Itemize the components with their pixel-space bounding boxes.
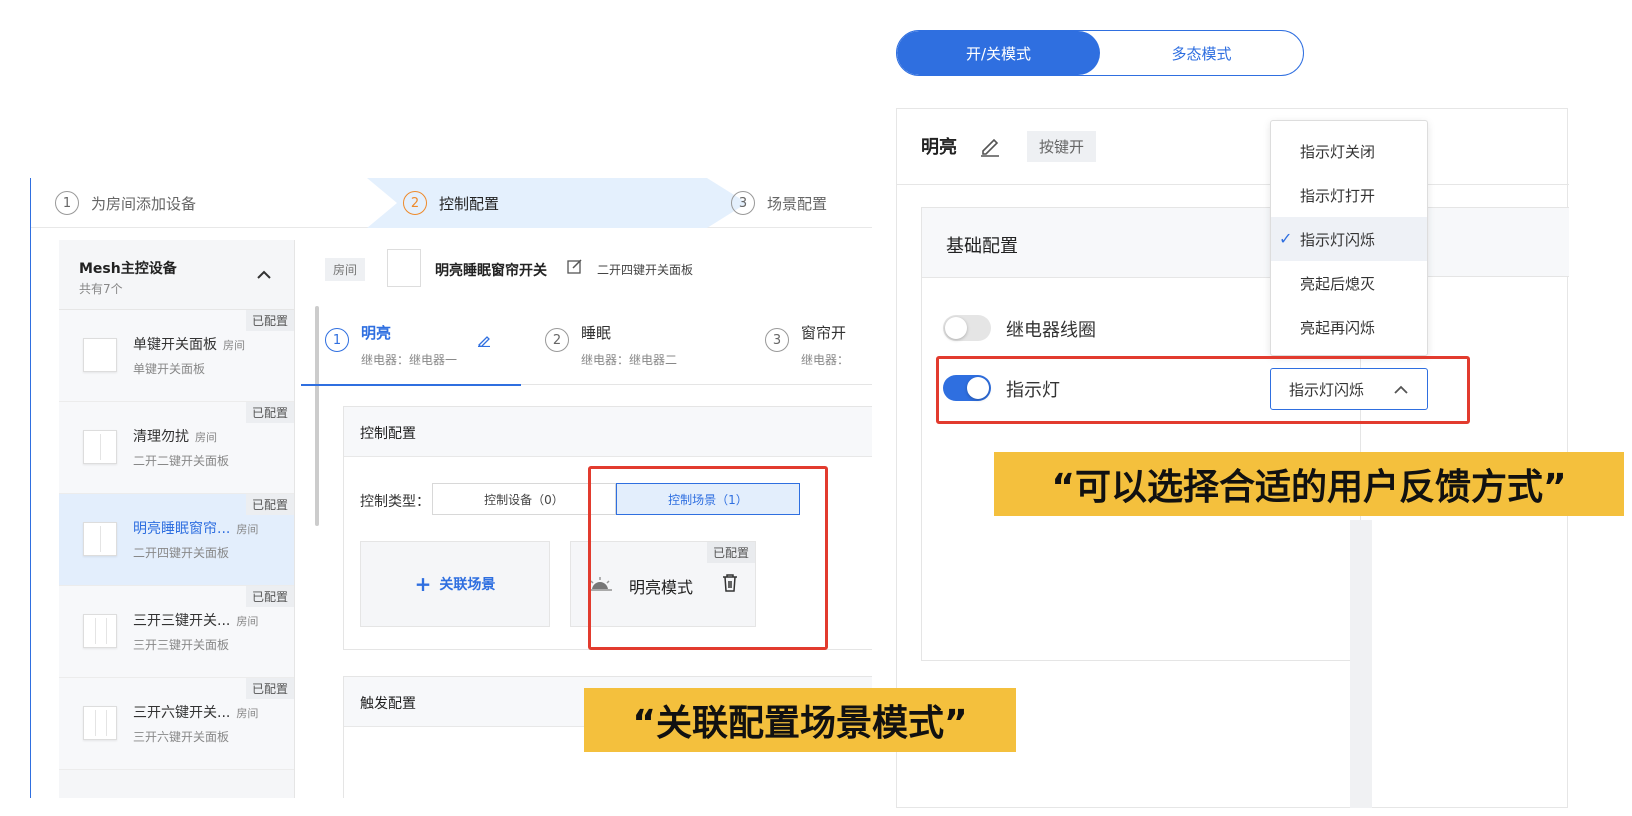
on-off-mode-tab[interactable]: 开/关模式 xyxy=(897,31,1100,75)
edit-icon[interactable] xyxy=(567,258,583,274)
tab-sub: 继电器：继电器一 xyxy=(361,353,458,367)
device-type: 二开四键开关面板 xyxy=(133,546,230,560)
tab-label: 窗帘开 xyxy=(801,324,847,342)
device-name: 三开六键开关... xyxy=(133,705,231,721)
step-number: 1 xyxy=(55,191,79,215)
sidebar-header[interactable]: Mesh主控设备 共有7个 xyxy=(59,240,294,310)
device-room: 房间 xyxy=(236,523,259,536)
device-name: 单键开关面板 xyxy=(133,337,217,353)
dropdown-option[interactable]: 亮起后熄灭 xyxy=(1271,261,1427,305)
pencil-icon[interactable] xyxy=(477,332,491,351)
configured-badge: 已配置 xyxy=(245,586,294,607)
tab-sub: 继电器： xyxy=(801,353,850,367)
tab-number: 3 xyxy=(765,328,789,352)
device-name: 明亮睡眠窗帘... xyxy=(133,521,231,537)
mode-toggle: 开/关模式 多态模式 xyxy=(896,30,1304,76)
dropdown-option[interactable]: 亮起再闪烁 xyxy=(1271,305,1427,349)
device-title: 明亮睡眠窗帘开关 xyxy=(435,263,547,279)
device-thumbnail xyxy=(387,249,421,287)
step-label: 控制配置 xyxy=(439,194,500,213)
step-scene-config[interactable]: 3 场景配置 xyxy=(731,178,827,228)
step-label: 为房间添加设备 xyxy=(91,194,197,213)
step-number: 3 xyxy=(731,191,755,215)
device-thumbnail xyxy=(83,430,117,464)
indicator-highlight-box xyxy=(936,356,1470,424)
device-room: 房间 xyxy=(236,615,259,628)
sidebar-item[interactable]: 已配置 单键开关面板 房间 单键开关面板 xyxy=(59,310,294,402)
relay-coil-label: 继电器线圈 xyxy=(1006,320,1096,341)
step-number: 2 xyxy=(403,191,427,215)
device-name: 清理勿扰 xyxy=(133,429,189,445)
device-name: 三开三键开关... xyxy=(133,613,231,629)
dropdown-option-selected[interactable]: ✓ 指示灯闪烁 xyxy=(1271,217,1427,261)
device-type: 三开六键开关面板 xyxy=(133,730,230,744)
tab-number: 2 xyxy=(545,328,569,352)
device-type: 单键开关面板 xyxy=(133,362,206,376)
device-thumbnail xyxy=(83,706,117,740)
configured-badge: 已配置 xyxy=(245,678,294,699)
sidebar-item-selected[interactable]: 已配置 明亮睡眠窗帘... 房间 二开四键开关面板 xyxy=(59,494,294,586)
device-type: 三开三键开关面板 xyxy=(133,638,230,652)
tab-sub: 继电器：继电器二 xyxy=(581,353,678,367)
plus-icon: + xyxy=(414,572,432,596)
active-tab-indicator xyxy=(301,384,521,386)
sidebar-title: Mesh主控设备 xyxy=(79,261,177,277)
card-title: 控制配置 xyxy=(344,407,872,457)
indicator-mode-dropdown: 指示灯关闭 指示灯打开 ✓ 指示灯闪烁 亮起后熄灭 亮起再闪烁 xyxy=(1270,120,1428,356)
sidebar-item[interactable]: 已配置 清理勿扰 房间 二开二键开关面板 xyxy=(59,402,294,494)
scene-highlight-box xyxy=(588,466,828,650)
button-tag: 按键开 xyxy=(1027,131,1097,162)
sidebar-item[interactable]: 已配置 三开六键开关... 房间 三开六键开关面板 xyxy=(59,678,294,770)
configured-badge: 已配置 xyxy=(245,310,294,331)
dropdown-option[interactable]: 指示灯关闭 xyxy=(1271,129,1427,173)
tab-label: 睡眠 xyxy=(581,324,612,342)
device-type: 二开二键开关面板 xyxy=(133,454,230,468)
panel-edge xyxy=(1350,520,1372,808)
room-tag: 房间 xyxy=(325,258,366,281)
device-thumbnail xyxy=(83,338,117,372)
device-room: 房间 xyxy=(236,707,259,720)
step-label: 场景配置 xyxy=(767,194,828,213)
device-thumbnail xyxy=(83,522,117,556)
tab-number: 1 xyxy=(325,328,349,352)
device-type: 二开四键开关面板 xyxy=(597,263,694,277)
relay-coil-switch[interactable] xyxy=(943,315,991,341)
pencil-icon[interactable] xyxy=(979,135,1001,157)
control-type-label: 控制类型： xyxy=(360,494,430,510)
tab-label: 明亮 xyxy=(361,324,392,342)
configured-badge: 已配置 xyxy=(245,402,294,423)
device-room: 房间 xyxy=(195,431,217,444)
device-sidebar: Mesh主控设备 共有7个 已配置 单键开关面板 房间 单键开关面板 已配置 清理… xyxy=(59,240,319,798)
dropdown-option[interactable]: 指示灯打开 xyxy=(1271,173,1427,217)
button-title: 明亮 xyxy=(921,137,957,158)
step-control-config[interactable]: 2 控制配置 xyxy=(403,178,499,228)
chevron-up-icon[interactable] xyxy=(256,264,272,285)
multi-state-mode-tab[interactable]: 多态模式 xyxy=(1100,31,1303,75)
device-room: 房间 xyxy=(223,339,245,352)
configured-badge: 已配置 xyxy=(245,494,294,515)
sidebar-item[interactable]: 已配置 三开三键开关... 房间 三开三键开关面板 xyxy=(59,586,294,678)
switch-knob xyxy=(945,317,967,339)
dropdown-option-label: 指示灯闪烁 xyxy=(1300,230,1376,249)
device-thumbnail xyxy=(83,614,117,648)
panel-header: 明亮 按键开 xyxy=(897,109,1569,185)
feedback-caption: “可以选择合适的用户反馈方式” xyxy=(994,452,1624,516)
check-icon: ✓ xyxy=(1279,229,1293,248)
add-scene-button[interactable]: + 关联场景 xyxy=(360,541,550,627)
stepper: 1 为房间添加设备 2 控制配置 3 场景配置 xyxy=(31,178,872,228)
scene-caption: “关联配置场景模式” xyxy=(584,688,1016,752)
sidebar-count: 共有7个 xyxy=(79,282,123,296)
add-scene-label: 关联场景 xyxy=(439,577,496,593)
step-add-devices[interactable]: 1 为房间添加设备 xyxy=(55,178,196,228)
